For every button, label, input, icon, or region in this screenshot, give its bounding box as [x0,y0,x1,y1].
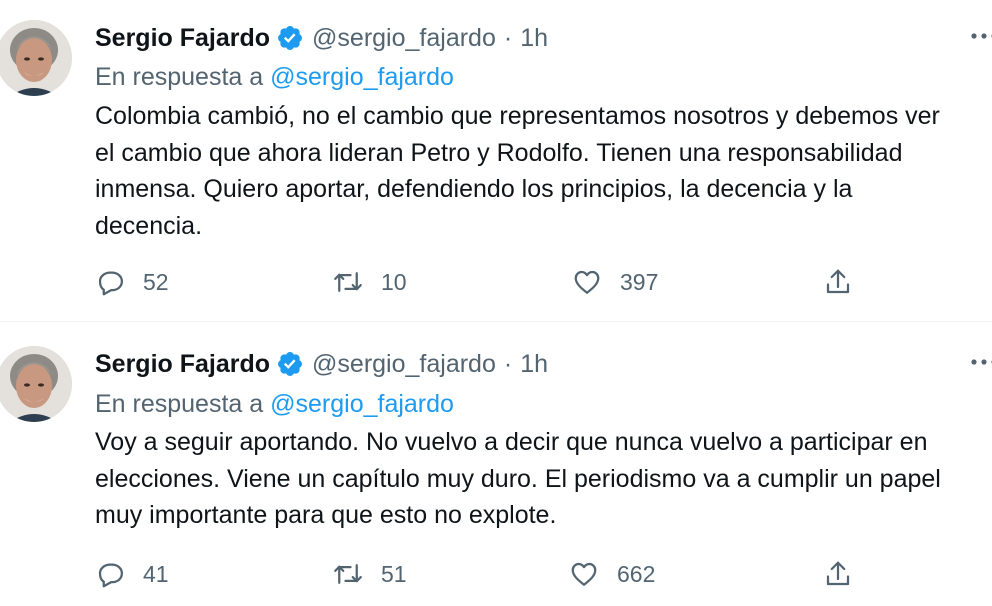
verified-badge-icon [276,24,304,52]
tweet-actions: 52 10 397 [95,262,895,302]
retweet-count: 51 [381,560,407,587]
tweet-header: Sergio Fajardo @sergio_fajardo · 1h [95,346,548,382]
more-dots-icon[interactable] [968,26,992,46]
reply-button[interactable]: 52 [95,262,169,302]
separator-dot: · [503,349,513,378]
avatar[interactable] [0,346,72,422]
reply-button[interactable]: 41 [95,554,169,594]
author-name[interactable]: Sergio Fajardo [95,350,270,379]
reply-bubble-icon [98,563,123,588]
retweet-count: 10 [381,268,407,295]
avatar[interactable] [0,20,72,96]
tweet[interactable]: Sergio Fajardo @sergio_fajardo · 1h En r… [0,0,992,322]
heart-icon [574,270,600,294]
reply-count: 52 [143,268,169,295]
reply-prefix: En respuesta a [95,390,264,418]
reply-mention-link[interactable]: @sergio_fajardo [270,63,454,91]
tweet-text: Colombia cambió, no el cambio que repres… [95,102,940,240]
verified-badge-icon [276,350,304,378]
retweet-button[interactable]: 10 [333,262,407,302]
avatar-photo [0,20,72,96]
like-button[interactable]: 662 [569,554,655,594]
like-button[interactable]: 397 [572,262,658,302]
more-dots-icon[interactable] [968,352,992,372]
avatar-photo [0,346,72,422]
share-upload-icon [826,269,850,294]
share-button[interactable] [823,262,853,302]
author-handle[interactable]: @sergio_fajardo [312,24,496,53]
reply-prefix: En respuesta a [95,63,264,91]
separator-dot: · [503,23,513,52]
timestamp[interactable]: 1h [520,24,548,53]
reply-count: 41 [143,560,169,587]
tweet-text: Voy a seguir aportando. No vuelvo a deci… [95,428,941,529]
share-upload-icon [826,561,850,586]
reply-context: En respuesta a @sergio_fajardo [95,387,454,421]
like-count: 397 [620,268,659,295]
tweet-header: Sergio Fajardo @sergio_fajardo · 1h [95,20,548,56]
reply-bubble-icon [98,271,123,296]
tweet-actions: 41 51 662 [95,554,895,594]
retweet-button[interactable]: 51 [333,554,407,594]
reply-context: En respuesta a @sergio_fajardo [95,60,454,94]
heart-icon [571,562,597,586]
like-count: 662 [617,560,656,587]
author-handle[interactable]: @sergio_fajardo [312,350,496,379]
timestamp[interactable]: 1h [520,350,548,379]
author-name[interactable]: Sergio Fajardo [95,24,270,53]
retweet-icon [334,564,362,584]
share-button[interactable] [823,554,853,594]
retweet-icon [334,272,362,292]
reply-mention-link[interactable]: @sergio_fajardo [270,390,454,418]
tweet[interactable]: Sergio Fajardo @sergio_fajardo · 1h En r… [0,322,992,606]
